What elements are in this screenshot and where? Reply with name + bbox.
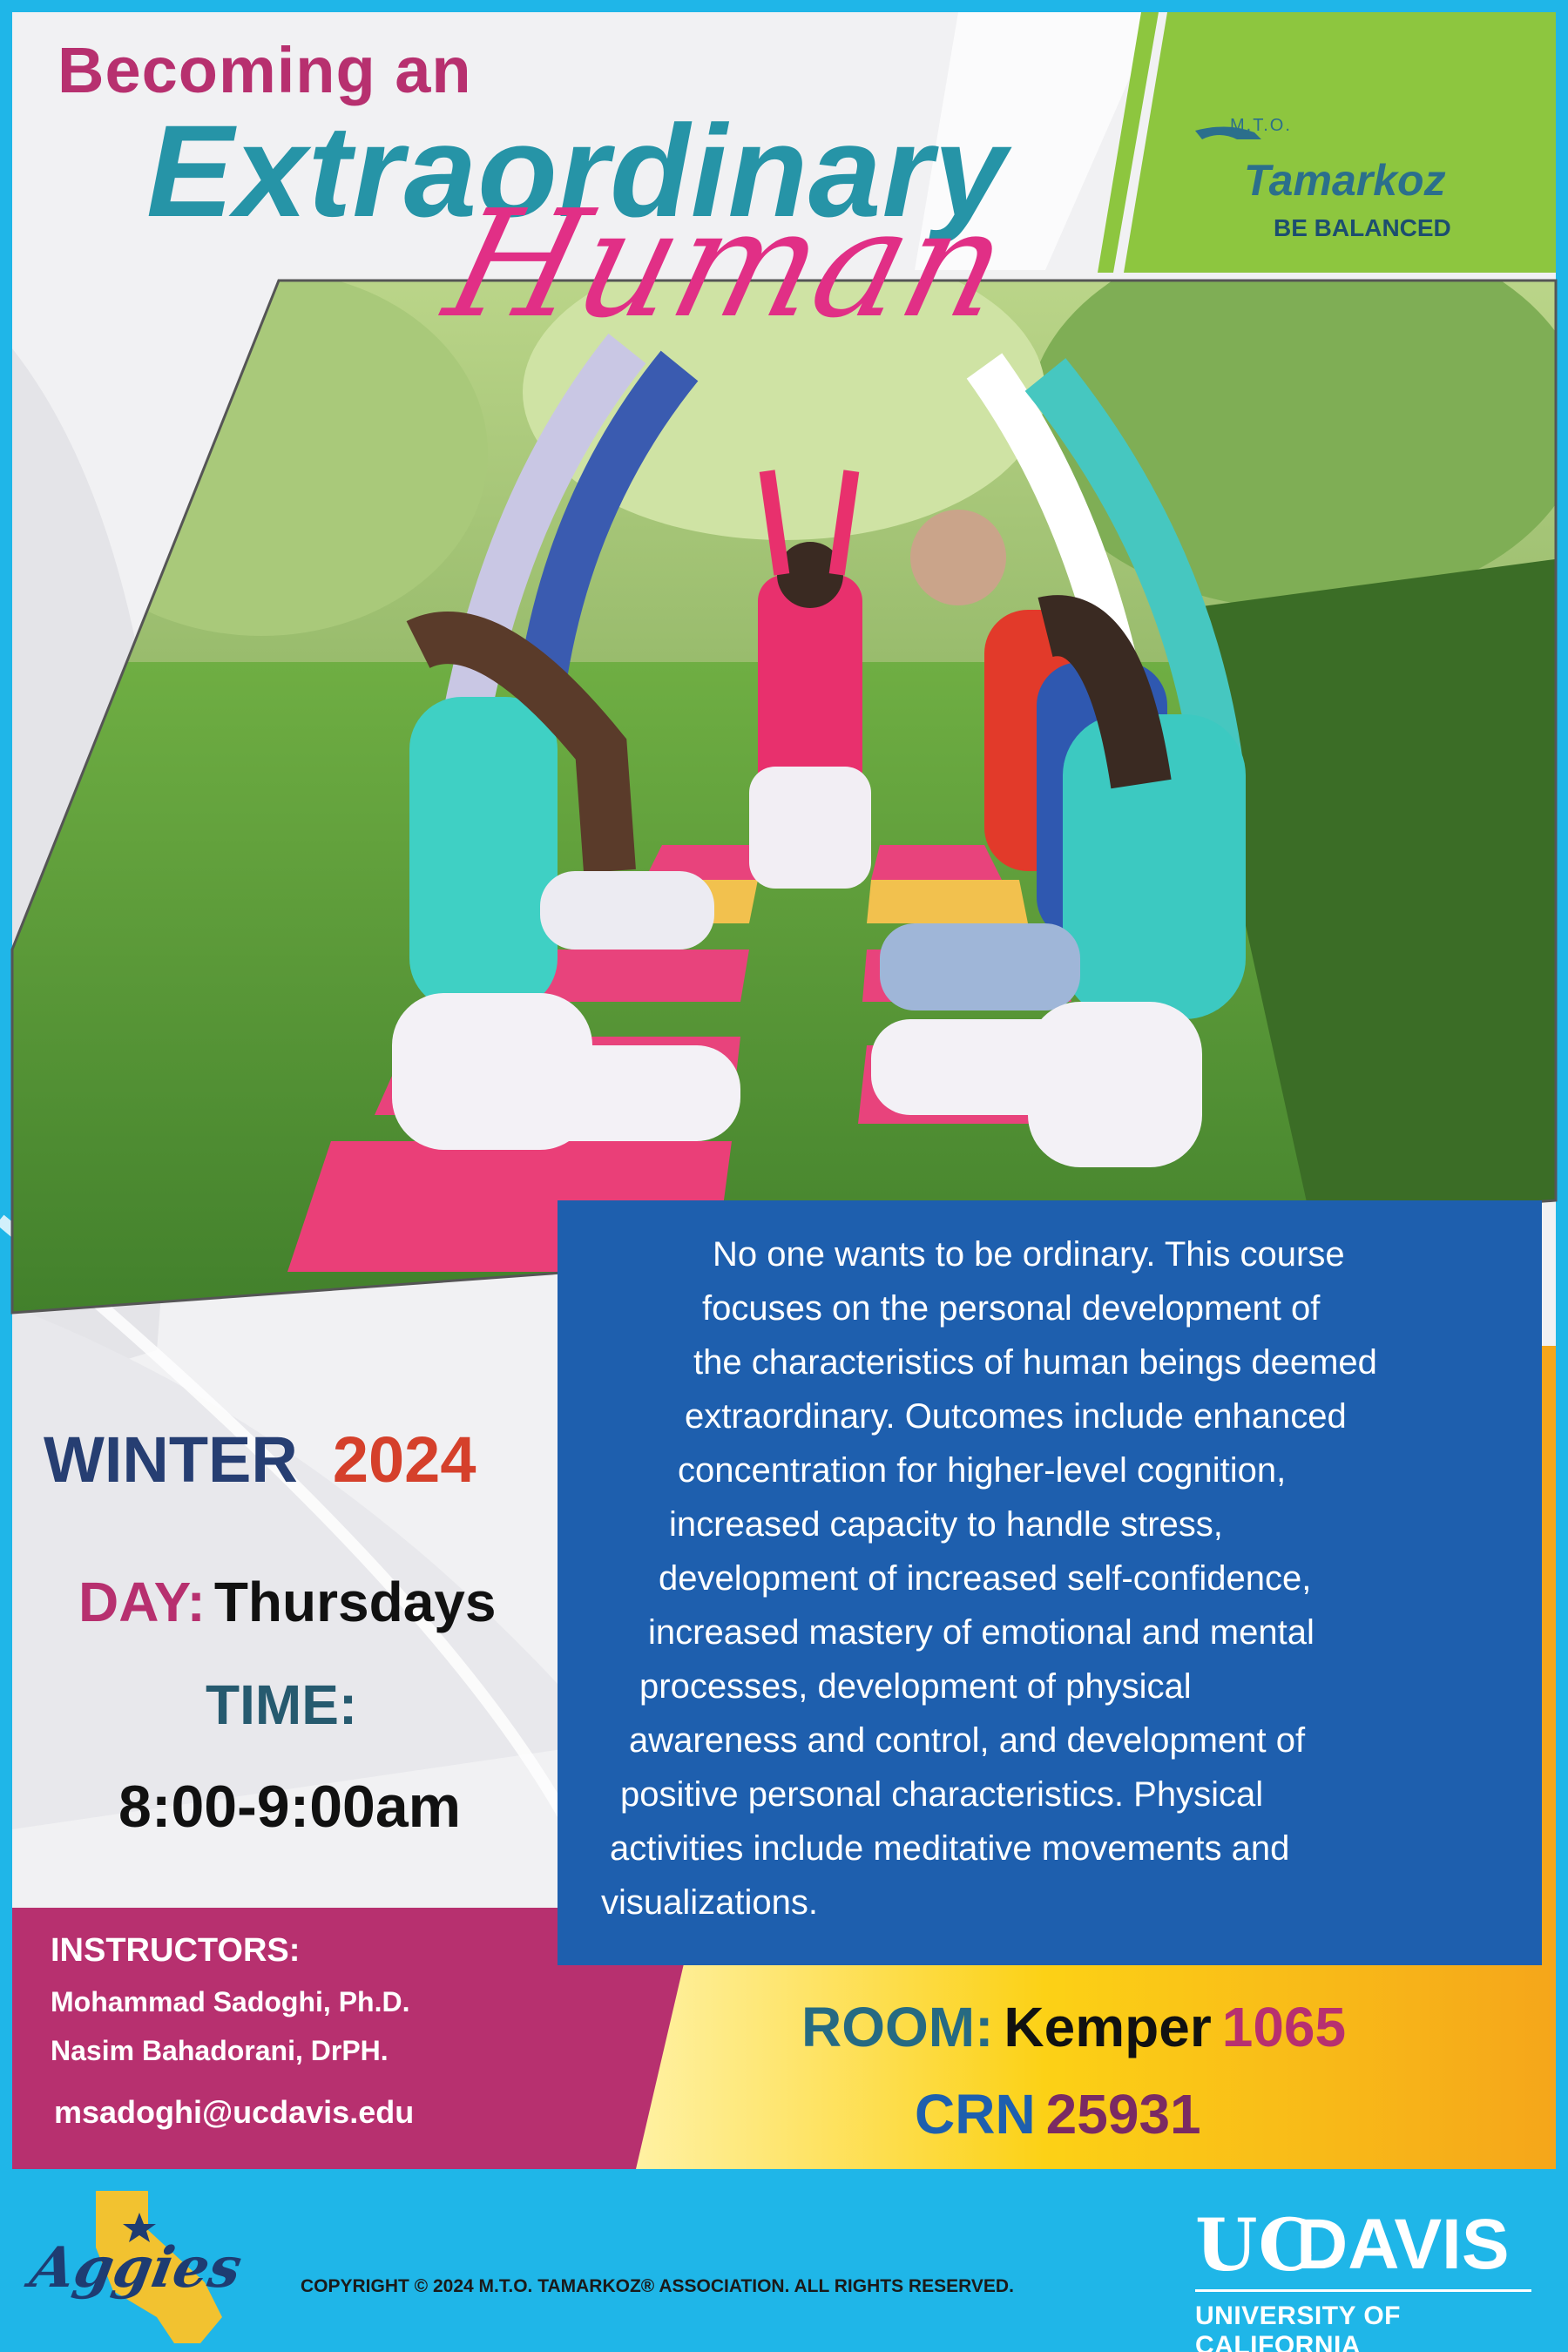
aggies-logo: Aggies [25, 2235, 247, 2301]
ucdavis-subtitle: UNIVERSITY OF CALIFORNIA [1195, 2301, 1401, 2352]
ucdavis-divider [1195, 2289, 1531, 2292]
poster: M.T.O. Tamarkoz BE BALANCED Becoming an … [0, 0, 1568, 2352]
ucdavis-davis: DAVIS [1296, 2205, 1510, 2284]
copyright-text: COPYRIGHT © 2024 M.T.O. TAMARKOZ® ASSOCI… [301, 2276, 1014, 2296]
california-map-icon [96, 2191, 222, 2343]
